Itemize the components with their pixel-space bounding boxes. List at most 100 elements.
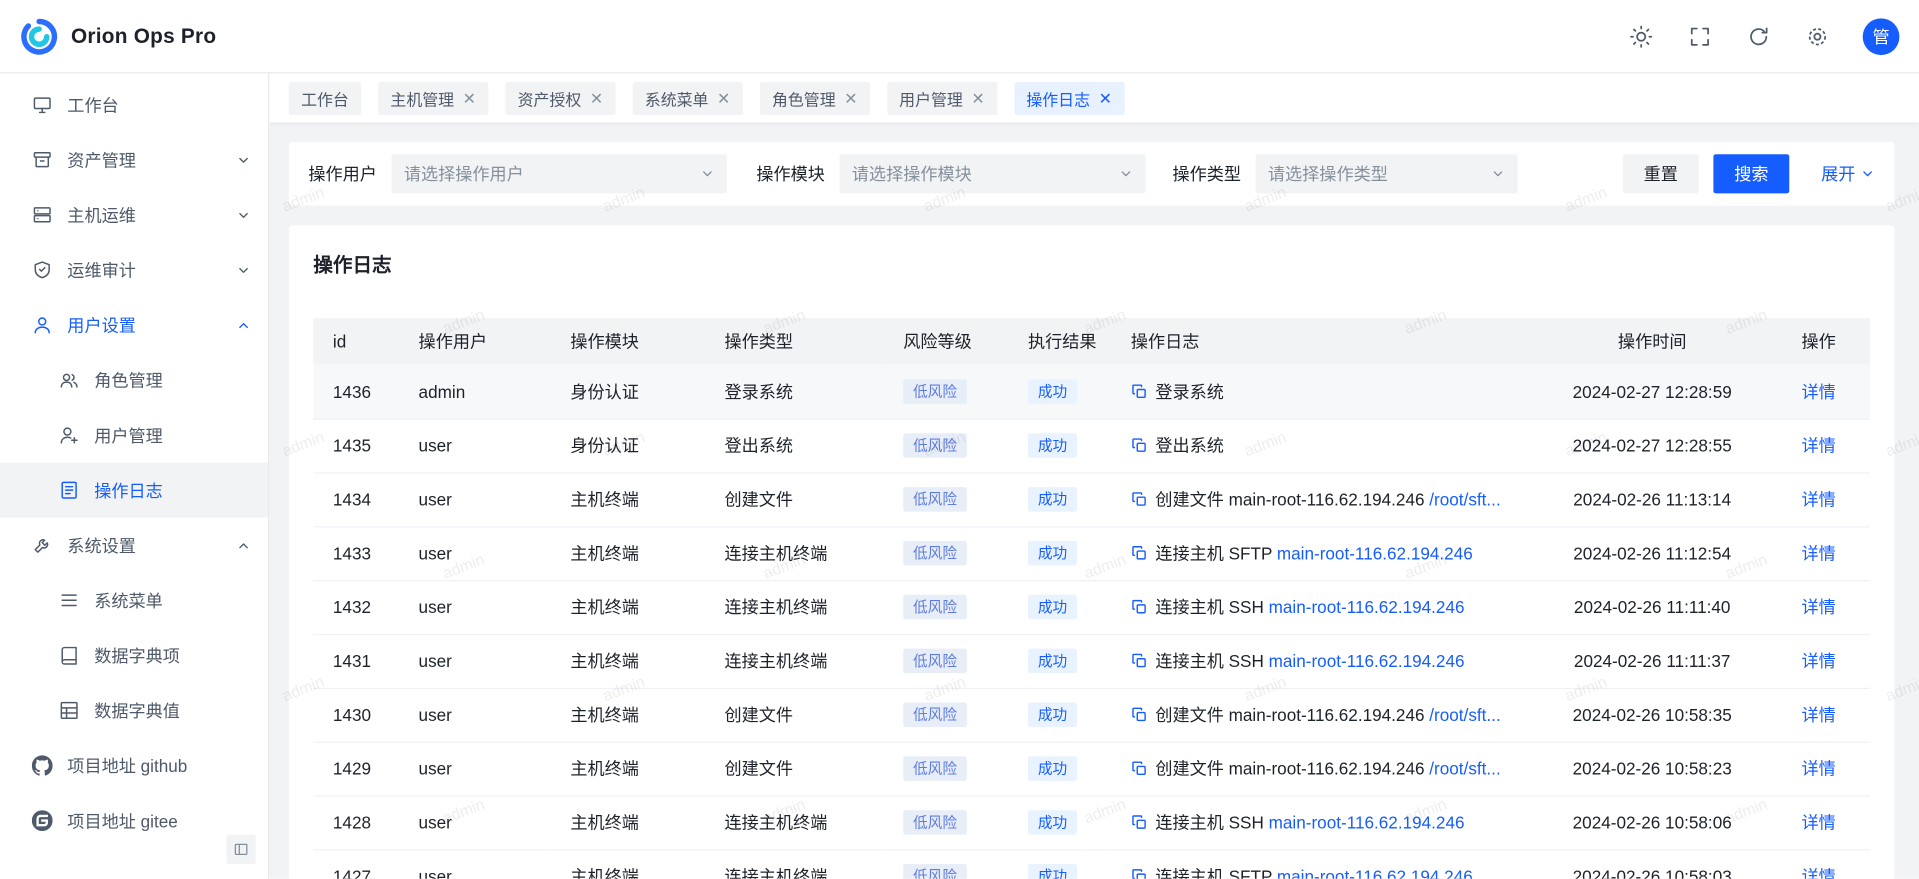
sidebar-collapse-button[interactable] bbox=[226, 835, 255, 864]
tab-label: 资产授权 bbox=[518, 86, 582, 109]
sidebar-item-user-management[interactable]: 用户管理 bbox=[0, 408, 268, 463]
sidebar-item-role-management[interactable]: 角色管理 bbox=[0, 352, 268, 407]
column-header-log: 操作日志 bbox=[1111, 318, 1547, 365]
tab-user-management[interactable]: 用户管理 ✕ bbox=[887, 81, 997, 114]
tab-system-menu[interactable]: 系统菜单 ✕ bbox=[633, 81, 743, 114]
detail-link[interactable]: 详情 bbox=[1802, 382, 1836, 402]
table-row[interactable]: 1432 user 主机终端 连接主机终端 低风险 成功 连接主机 SSH ma… bbox=[313, 580, 1870, 634]
detail-link[interactable]: 详情 bbox=[1802, 543, 1836, 563]
sidebar-item-operation-log[interactable]: 操作日志 bbox=[0, 463, 268, 518]
search-button[interactable]: 搜索 bbox=[1713, 154, 1789, 193]
row-user: user bbox=[419, 490, 452, 510]
cell-module: 主机终端 bbox=[551, 472, 705, 526]
tab-close-icon[interactable]: ✕ bbox=[717, 90, 730, 106]
table-header-row: id 操作用户 操作模块 操作类型 风险等级 执行结果 操作日志 操作时间 操作 bbox=[313, 318, 1870, 365]
reset-button[interactable]: 重置 bbox=[1623, 154, 1699, 193]
detail-link[interactable]: 详情 bbox=[1802, 813, 1836, 833]
copy-icon[interactable] bbox=[1131, 491, 1148, 508]
table-row[interactable]: 1431 user 主机终端 连接主机终端 低风险 成功 连接主机 SSH ma… bbox=[313, 634, 1870, 688]
copy-icon[interactable] bbox=[1131, 868, 1148, 879]
chevron-down-icon bbox=[1491, 166, 1506, 181]
refresh-button[interactable] bbox=[1745, 23, 1772, 50]
sidebar-item-user-settings[interactable]: 用户设置 bbox=[0, 297, 268, 352]
table-row[interactable]: 1428 user 主机终端 连接主机终端 低风险 成功 连接主机 SSH ma… bbox=[313, 796, 1870, 850]
tab-close-icon[interactable]: ✕ bbox=[463, 90, 476, 106]
log-link[interactable]: main-root-116.62.194.246 bbox=[1269, 813, 1465, 833]
detail-link[interactable]: 详情 bbox=[1802, 759, 1836, 779]
tab-workbench[interactable]: 工作台 bbox=[289, 81, 361, 114]
user-avatar[interactable]: 管 bbox=[1863, 18, 1900, 55]
detail-link[interactable]: 详情 bbox=[1802, 597, 1836, 617]
table-row[interactable]: 1427 user 主机终端 连接主机终端 低风险 成功 连接主机 SFTP m… bbox=[313, 849, 1870, 878]
gear-icon bbox=[1805, 24, 1829, 48]
table-row[interactable]: 1436 admin 身份认证 登录系统 低风险 成功 登录系统 2024-02… bbox=[313, 365, 1870, 419]
operation-user-select[interactable]: 请选择操作用户 bbox=[392, 154, 727, 193]
log-link[interactable]: /root/sft... bbox=[1429, 490, 1500, 510]
detail-link[interactable]: 详情 bbox=[1802, 651, 1836, 671]
sidebar-item-host-ops[interactable]: 主机运维 bbox=[0, 187, 268, 242]
row-user: user bbox=[419, 597, 452, 617]
log-link[interactable]: main-root-116.62.194.246 bbox=[1269, 597, 1465, 617]
cell-user: user bbox=[399, 742, 551, 796]
filter-label-user: 操作用户 bbox=[308, 162, 377, 186]
copy-icon[interactable] bbox=[1131, 652, 1148, 669]
sidebar-item-workbench[interactable]: 工作台 bbox=[0, 77, 268, 132]
result-badge: 成功 bbox=[1028, 541, 1077, 565]
log-link[interactable]: main-root-116.62.194.246 bbox=[1277, 866, 1473, 878]
row-module: 身份认证 bbox=[570, 436, 639, 456]
tab-close-icon[interactable]: ✕ bbox=[1099, 90, 1112, 106]
log-file-icon bbox=[59, 480, 80, 501]
sidebar-item-system-settings[interactable]: 系统设置 bbox=[0, 518, 268, 573]
copy-icon[interactable] bbox=[1131, 383, 1148, 400]
row-module: 主机终端 bbox=[570, 813, 639, 833]
copy-icon[interactable] bbox=[1131, 437, 1148, 454]
log-link[interactable]: main-root-116.62.194.246 bbox=[1269, 651, 1465, 671]
detail-link[interactable]: 详情 bbox=[1802, 490, 1836, 510]
cell-type: 创建文件 bbox=[705, 688, 884, 742]
tab-close-icon[interactable]: ✕ bbox=[844, 90, 857, 106]
detail-link[interactable]: 详情 bbox=[1802, 705, 1836, 725]
tab-role-management[interactable]: 角色管理 ✕ bbox=[760, 81, 870, 114]
log-link[interactable]: main-root-116.62.194.246 bbox=[1277, 543, 1473, 563]
tab-operation-log[interactable]: 操作日志 ✕ bbox=[1014, 81, 1124, 114]
cell-type: 连接主机终端 bbox=[705, 526, 884, 580]
log-text: 连接主机 SSH bbox=[1155, 813, 1268, 833]
table-row[interactable]: 1430 user 主机终端 创建文件 低风险 成功 创建文件 main-roo… bbox=[313, 688, 1870, 742]
table-row[interactable]: 1433 user 主机终端 连接主机终端 低风险 成功 连接主机 SFTP m… bbox=[313, 526, 1870, 580]
tab-close-icon[interactable]: ✕ bbox=[971, 90, 984, 106]
table-row[interactable]: 1435 user 身份认证 登出系统 低风险 成功 登出系统 2024-02-… bbox=[313, 419, 1870, 473]
fullscreen-button[interactable] bbox=[1686, 23, 1713, 50]
sidebar-item-github-link[interactable]: 项目地址 github bbox=[0, 738, 268, 793]
copy-icon[interactable] bbox=[1131, 760, 1148, 777]
select-placeholder: 请选择操作类型 bbox=[1268, 162, 1388, 186]
table-row[interactable]: 1434 user 主机终端 创建文件 低风险 成功 创建文件 main-roo… bbox=[313, 472, 1870, 526]
cell-module: 主机终端 bbox=[551, 849, 705, 878]
expand-toggle[interactable]: 展开 bbox=[1821, 162, 1875, 186]
cell-module: 主机终端 bbox=[551, 580, 705, 634]
sidebar-item-system-menu[interactable]: 系统菜单 bbox=[0, 573, 268, 628]
tab-host-management[interactable]: 主机管理 ✕ bbox=[378, 81, 488, 114]
log-link[interactable]: /root/sft... bbox=[1429, 759, 1500, 779]
row-time: 2024-02-26 10:58:03 bbox=[1573, 866, 1732, 878]
copy-icon[interactable] bbox=[1131, 706, 1148, 723]
theme-toggle-button[interactable] bbox=[1628, 23, 1655, 50]
cell-log: 连接主机 SSH main-root-116.62.194.246 bbox=[1111, 634, 1547, 688]
copy-icon[interactable] bbox=[1131, 545, 1148, 562]
log-link[interactable]: /root/sft... bbox=[1429, 705, 1500, 725]
sidebar-item-dict-value[interactable]: 数据字典值 bbox=[0, 683, 268, 738]
detail-link[interactable]: 详情 bbox=[1802, 866, 1836, 878]
operation-module-select[interactable]: 请选择操作模块 bbox=[840, 154, 1146, 193]
sidebar-item-dict-item[interactable]: 数据字典项 bbox=[0, 628, 268, 683]
settings-button[interactable] bbox=[1804, 23, 1831, 50]
operation-type-select[interactable]: 请选择操作类型 bbox=[1256, 154, 1518, 193]
tab-asset-authorization[interactable]: 资产授权 ✕ bbox=[505, 81, 615, 114]
sidebar-item-assets[interactable]: 资产管理 bbox=[0, 132, 268, 187]
row-id: 1435 bbox=[333, 436, 371, 456]
copy-icon[interactable] bbox=[1131, 598, 1148, 615]
cell-module: 主机终端 bbox=[551, 634, 705, 688]
copy-icon[interactable] bbox=[1131, 814, 1148, 831]
detail-link[interactable]: 详情 bbox=[1802, 436, 1836, 456]
tab-close-icon[interactable]: ✕ bbox=[590, 90, 603, 106]
table-row[interactable]: 1429 user 主机终端 创建文件 低风险 成功 创建文件 main-roo… bbox=[313, 742, 1870, 796]
sidebar-item-ops-audit[interactable]: 运维审计 bbox=[0, 242, 268, 297]
